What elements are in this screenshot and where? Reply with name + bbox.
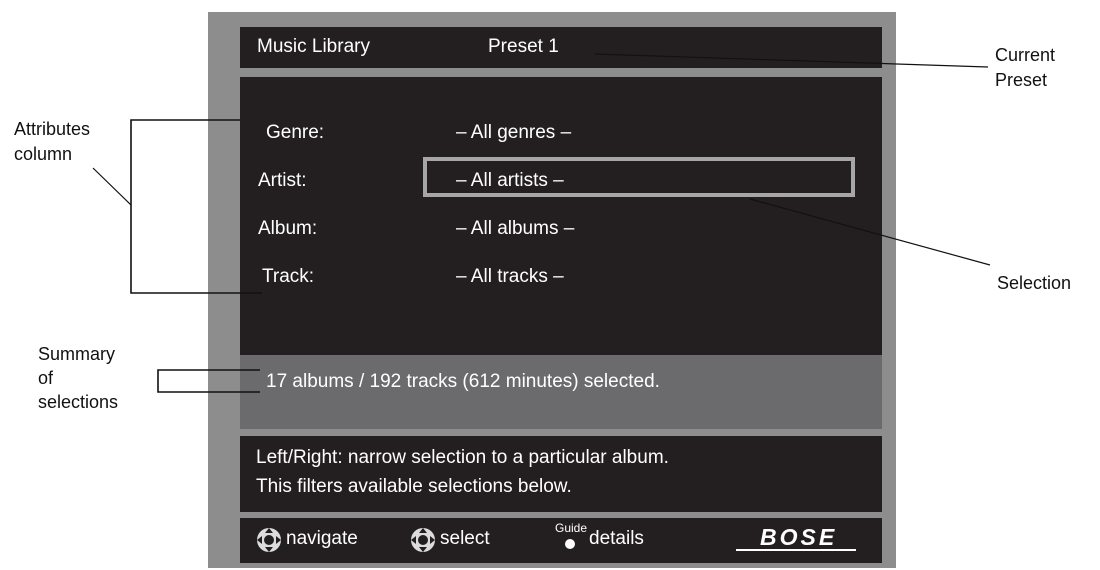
- attribute-label-genre: Genre:: [266, 122, 325, 143]
- annotation-selection: Selection: [997, 273, 1072, 293]
- annotation-attributes-line1: Attributes: [14, 119, 91, 139]
- selection-summary: 17 albums / 192 tracks (612 minutes) sel…: [266, 371, 660, 392]
- help-line-1: Left/Right: narrow selection to a partic…: [256, 447, 669, 468]
- attributes-leader: [92, 167, 132, 206]
- annotation-summary-line1: Summary: [38, 344, 116, 364]
- annotation-attributes-line2: column: [14, 144, 73, 164]
- source-title: Music Library: [257, 36, 370, 57]
- attribute-value-genre[interactable]: – All genres –: [456, 122, 571, 144]
- annotation-current-preset-line2: Preset: [995, 70, 1048, 90]
- attributes-panel: [240, 77, 882, 355]
- help-line-2: This filters available selections below.: [256, 476, 572, 497]
- dpad-select-icon: [411, 528, 435, 552]
- annotation-summary-line3: selections: [38, 392, 119, 412]
- dpad-navigate-icon: [257, 528, 281, 552]
- attribute-label-track: Track:: [262, 266, 315, 287]
- bose-logo-underline: [736, 549, 856, 551]
- summary-band: 17 albums / 192 tracks (612 minutes) sel…: [240, 355, 882, 429]
- attribute-value-artist[interactable]: – All artists –: [456, 170, 564, 192]
- bose-logo: BOSE: [760, 524, 838, 550]
- hint-details: details: [589, 528, 644, 549]
- annotation-current-preset-line1: Current: [995, 45, 1056, 65]
- hint-select: select: [440, 528, 490, 549]
- header-bar: Music Library Preset 1: [240, 27, 882, 68]
- hint-navigate: navigate: [286, 528, 358, 549]
- annotation-summary-line2: of: [38, 368, 54, 388]
- guide-label: Guide: [555, 521, 588, 535]
- attribute-label-album: Album:: [258, 218, 318, 239]
- attribute-value-track[interactable]: – All tracks –: [456, 266, 564, 288]
- attribute-label-artist: Artist:: [258, 170, 307, 191]
- attribute-value-album[interactable]: – All albums –: [456, 218, 574, 240]
- help-panel: Left/Right: narrow selection to a partic…: [240, 436, 882, 512]
- guide-button-icon: [565, 539, 575, 549]
- footer-bar: navigate select Guide details BOSE: [240, 518, 882, 563]
- current-preset-label: Preset 1: [488, 36, 559, 57]
